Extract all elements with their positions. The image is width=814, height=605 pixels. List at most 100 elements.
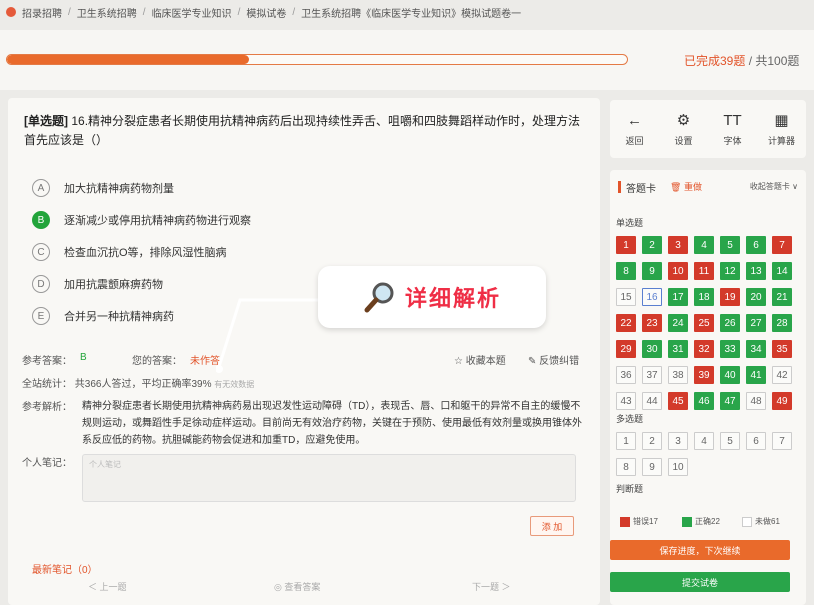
notes-input[interactable]: 个人笔记 (82, 454, 576, 502)
answer-cell-7[interactable]: 7 (772, 236, 792, 254)
answer-cell-38[interactable]: 38 (668, 366, 688, 384)
callout-text: 详细解析 (404, 287, 501, 312)
answer-cell-16[interactable]: 16 (642, 288, 662, 306)
stats-label: 全站统计： (22, 379, 72, 390)
answer-cell-6[interactable]: 6 (746, 236, 766, 254)
answer-cell-4[interactable]: 4 (694, 236, 714, 254)
breadcrumb-item-mock[interactable]: 模拟试卷 (246, 5, 286, 20)
answer-cell-23[interactable]: 23 (642, 314, 662, 332)
answer-cell-27[interactable]: 27 (746, 314, 766, 332)
answer-cell-12[interactable]: 12 (720, 262, 740, 280)
prev-button[interactable]: ＜ 上一题 (88, 580, 127, 593)
answer-cell-35[interactable]: 35 (772, 340, 792, 358)
next-button[interactable]: 下一题 ＞ (472, 580, 511, 593)
multi-cell-7[interactable]: 7 (772, 432, 792, 450)
answer-cell-44[interactable]: 44 (642, 392, 662, 410)
option-a[interactable]: A 加大抗精神病药物剂量 (32, 172, 572, 204)
multi-cell-3[interactable]: 3 (668, 432, 688, 450)
answer-cell-15[interactable]: 15 (616, 288, 636, 306)
breadcrumb: 招录招聘 / 卫生系统招聘 / 临床医学专业知识 / 模拟试卷 / 卫生系统招聘… (6, 4, 521, 20)
answer-cell-41[interactable]: 41 (746, 366, 766, 384)
save-progress-button[interactable]: 保存进度，下次继续 (610, 540, 790, 560)
reset-button[interactable]: 🗑 重做 (670, 180, 702, 193)
answer-cell-46[interactable]: 46 (694, 392, 714, 410)
option-letter: C (32, 243, 50, 261)
answer-cell-48[interactable]: 48 (746, 392, 766, 410)
notes-count[interactable]: 最新笔记（0） (32, 561, 98, 576)
my-answer-label: 您的答案： (132, 356, 182, 367)
answer-cell-11[interactable]: 11 (694, 262, 714, 280)
multi-cell-6[interactable]: 6 (746, 432, 766, 450)
answer-cell-32[interactable]: 32 (694, 340, 714, 358)
answer-cell-42[interactable]: 42 (772, 366, 792, 384)
tool-back-arrow[interactable]: ← 返回 (613, 112, 657, 147)
answer-cell-8[interactable]: 8 (616, 262, 636, 280)
legend-none: 未做61 (742, 516, 780, 527)
answer-cell-17[interactable]: 17 (668, 288, 688, 306)
answer-cell-43[interactable]: 43 (616, 392, 636, 410)
answer-cell-45[interactable]: 45 (668, 392, 688, 410)
answer-cell-28[interactable]: 28 (772, 314, 792, 332)
feedback-button[interactable]: ✎ 反馈纠错 (528, 352, 579, 367)
answer-cell-9[interactable]: 9 (642, 262, 662, 280)
view-answer-button[interactable]: ◎ 查看答案 (274, 580, 320, 593)
answer-cell-47[interactable]: 47 (720, 392, 740, 410)
answer-cell-34[interactable]: 34 (746, 340, 766, 358)
breadcrumb-item-clinical[interactable]: 临床医学专业知识 (152, 5, 232, 20)
progress-total: / 共100题 (745, 54, 800, 68)
multi-cell-8[interactable]: 8 (616, 458, 636, 476)
breadcrumb-item-health[interactable]: 卫生系统招聘 (77, 5, 137, 20)
multi-cell-1[interactable]: 1 (616, 432, 636, 450)
option-b[interactable]: B 逐渐减少或停用抗精神病药物进行观察 (32, 204, 572, 236)
multi-cell-4[interactable]: 4 (694, 432, 714, 450)
breadcrumb-item-recruit[interactable]: 招录招聘 (22, 5, 62, 20)
favorite-button[interactable]: ☆ 收藏本题 (454, 352, 506, 367)
home-icon[interactable] (6, 7, 16, 17)
option-text: 检查血沉抗O等，排除风湿性脑病 (64, 247, 227, 259)
legend-right-label: 正确22 (695, 517, 720, 526)
answer-cell-31[interactable]: 31 (668, 340, 688, 358)
submit-paper-button[interactable]: 提交试卷 (610, 572, 790, 592)
answer-cell-21[interactable]: 21 (772, 288, 792, 306)
answer-cell-3[interactable]: 3 (668, 236, 688, 254)
question-title: [单选题] 16.精神分裂症患者长期使用抗精神病药后出现持续性弄舌、咀嚼和四肢舞… (24, 112, 584, 150)
multi-cell-10[interactable]: 10 (668, 458, 688, 476)
sheet-legend: 错误17 正确22 未做61 (620, 516, 800, 530)
answer-cell-29[interactable]: 29 (616, 340, 636, 358)
answer-cell-13[interactable]: 13 (746, 262, 766, 280)
answer-cell-33[interactable]: 33 (720, 340, 740, 358)
answer-cell-24[interactable]: 24 (668, 314, 688, 332)
detailed-analysis-callout: 详细解析 (318, 266, 546, 328)
tool-gear[interactable]: ⚙ 设置 (662, 112, 706, 147)
answer-cell-20[interactable]: 20 (746, 288, 766, 306)
answer-cell-18[interactable]: 18 (694, 288, 714, 306)
answer-cell-26[interactable]: 26 (720, 314, 740, 332)
answer-cell-2[interactable]: 2 (642, 236, 662, 254)
collapse-sheet-button[interactable]: 收起答题卡 ∨ (750, 181, 798, 192)
answer-cell-25[interactable]: 25 (694, 314, 714, 332)
multi-cell-2[interactable]: 2 (642, 432, 662, 450)
question-type: [单选题] (24, 114, 68, 128)
option-c[interactable]: C 检查血沉抗O等，排除风湿性脑病 (32, 236, 572, 268)
answer-cell-37[interactable]: 37 (642, 366, 662, 384)
answer-cell-39[interactable]: 39 (694, 366, 714, 384)
answer-cell-30[interactable]: 30 (642, 340, 662, 358)
answer-cell-1[interactable]: 1 (616, 236, 636, 254)
answer-cell-40[interactable]: 40 (720, 366, 740, 384)
tool-calculator[interactable]: ▦ 计算器 (760, 112, 804, 147)
answer-cell-22[interactable]: 22 (616, 314, 636, 332)
answer-cell-10[interactable]: 10 (668, 262, 688, 280)
reset-label: 重做 (683, 182, 702, 192)
multi-choice-label: 多选题 (616, 414, 644, 424)
answer-cell-49[interactable]: 49 (772, 392, 792, 410)
gear-icon: ⚙ (676, 111, 691, 129)
multi-cell-9[interactable]: 9 (642, 458, 662, 476)
answer-cell-14[interactable]: 14 (772, 262, 792, 280)
answer-cell-36[interactable]: 36 (616, 366, 636, 384)
add-note-button[interactable]: 添 加 (530, 516, 574, 536)
answer-cell-19[interactable]: 19 (720, 288, 740, 306)
tool-font[interactable]: TT 字体 (711, 112, 755, 147)
answer-cell-5[interactable]: 5 (720, 236, 740, 254)
multi-cell-5[interactable]: 5 (720, 432, 740, 450)
answer-sheet: 答题卡 🗑 重做 收起答题卡 ∨ 单选题 1 2 3 4 5 6 7 8 9 10 11 12 13 14… (610, 170, 806, 605)
